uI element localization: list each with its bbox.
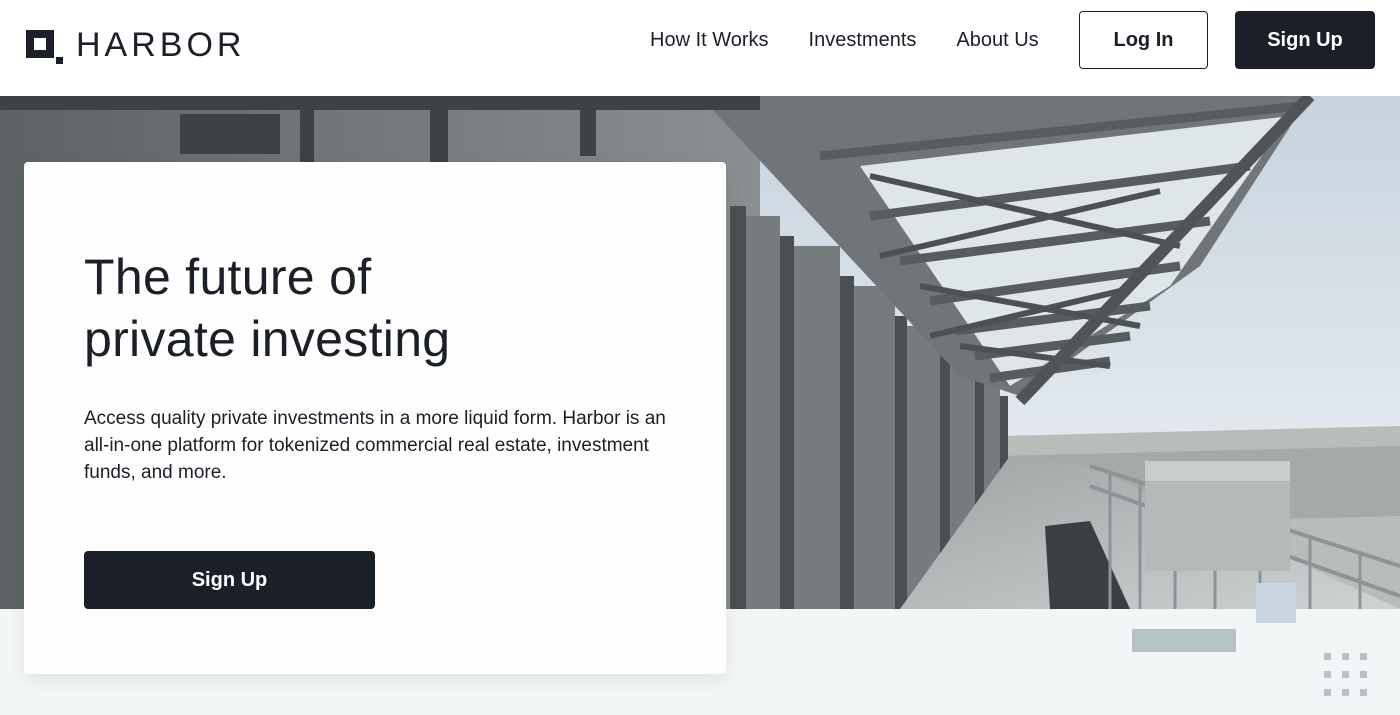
site-header: HARBOR How It Works Investments About Us…	[0, 0, 1400, 96]
header-signup-button[interactable]: Sign Up	[1235, 11, 1375, 69]
hero-signup-button[interactable]: Sign Up	[84, 551, 375, 609]
brand-name: HARBOR	[76, 25, 246, 64]
decorative-bar	[1132, 629, 1236, 652]
nav-link-investments[interactable]: Investments	[809, 26, 917, 54]
hero-description: Access quality private investments in a …	[84, 408, 666, 483]
hero-title-line-1: The future of	[84, 249, 372, 305]
main-nav: How It Works Investments About Us	[650, 26, 1039, 54]
hero-title-line-2: private investing	[84, 311, 451, 367]
nav-link-how-it-works[interactable]: How It Works	[650, 26, 769, 54]
hero-card: The future of private investing Access q…	[24, 162, 726, 674]
decorative-dot-grid	[1324, 653, 1368, 697]
nav-link-about-us[interactable]: About Us	[956, 26, 1038, 54]
login-button[interactable]: Log In	[1079, 11, 1208, 69]
brand-logo[interactable]: HARBOR	[26, 25, 246, 64]
hero-title: The future of private investing	[84, 246, 450, 370]
decorative-square	[1256, 583, 1296, 623]
harbor-logo-icon	[26, 26, 64, 64]
